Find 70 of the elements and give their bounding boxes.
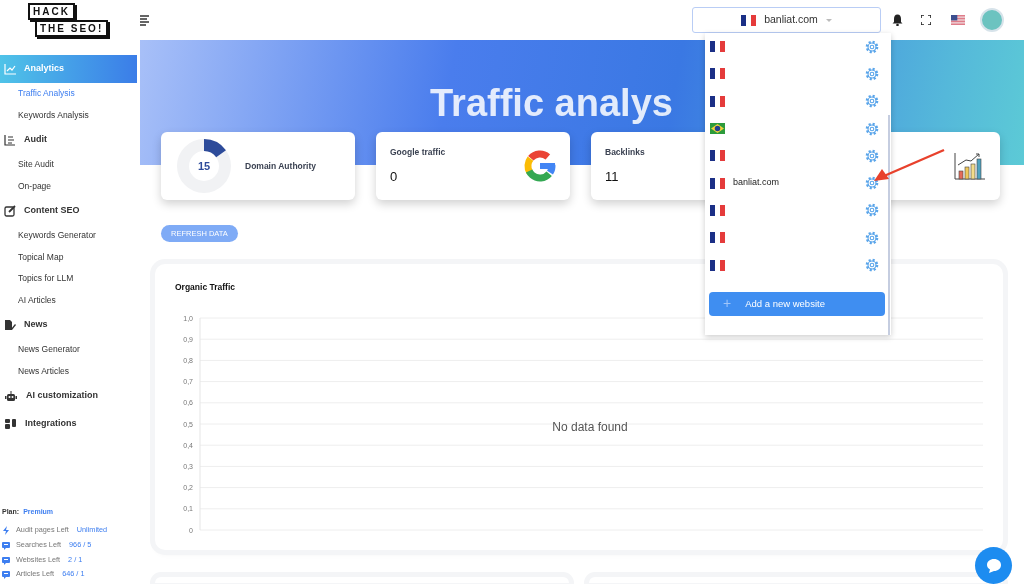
logo-text: THE SEO! xyxy=(35,20,109,37)
website-select[interactable]: banliat.com xyxy=(692,7,881,33)
settings-icon[interactable] xyxy=(865,121,879,136)
score-value: 15 xyxy=(197,160,211,172)
sidebar-section[interactable]: AI customization xyxy=(0,382,137,410)
stat-label: Domain Authority xyxy=(245,159,316,173)
stat-label: Google traffic xyxy=(390,145,446,159)
website-option[interactable]: banliat.com xyxy=(705,169,891,197)
empty-message: No data found xyxy=(552,419,628,434)
sidebar-section[interactable]: News xyxy=(0,311,137,339)
sidebar-item[interactable]: Traffic Analysis xyxy=(0,83,140,105)
bar-chart-icon xyxy=(954,151,986,181)
chat-icon xyxy=(2,555,10,565)
france-flag-icon xyxy=(741,14,757,26)
settings-icon[interactable] xyxy=(865,39,879,54)
scrollbar[interactable] xyxy=(888,115,890,335)
france-flag-icon xyxy=(710,259,725,271)
settings-icon[interactable] xyxy=(865,258,879,272)
blocks-icon xyxy=(4,418,17,430)
france-flag-icon xyxy=(710,150,725,162)
bolt-icon xyxy=(2,526,10,536)
chart-title: Organic Traffic xyxy=(175,280,236,294)
stat-label: Backlinks xyxy=(605,145,645,159)
document-pen-icon xyxy=(4,319,16,331)
avatar[interactable] xyxy=(980,8,1004,32)
fullscreen-icon[interactable] xyxy=(921,15,931,25)
sidebar-item[interactable]: Keywords Analysis xyxy=(0,104,140,126)
chat-icon xyxy=(985,557,1002,574)
stat-value: 11 xyxy=(605,167,620,186)
website-name: banliat.com xyxy=(733,176,780,190)
line-chart-icon xyxy=(4,63,16,75)
edit-icon xyxy=(4,205,16,217)
france-flag-icon xyxy=(710,41,725,53)
france-flag-icon xyxy=(710,68,725,80)
list-chart-icon xyxy=(4,134,16,146)
chat-icon xyxy=(2,541,10,550)
settings-icon[interactable] xyxy=(865,66,879,81)
france-flag-icon xyxy=(710,177,725,189)
settings-icon[interactable] xyxy=(865,203,879,218)
page-title: Traffic analys xyxy=(430,81,673,126)
bell-icon[interactable] xyxy=(892,14,903,26)
robot-icon xyxy=(4,390,18,402)
caret-icon xyxy=(825,18,832,22)
settings-icon[interactable] xyxy=(865,230,879,245)
sidebar-item[interactable]: Topics for LLM xyxy=(0,268,140,290)
chat-icon xyxy=(2,570,10,580)
logo-text: HACK xyxy=(28,3,75,20)
sidebar-section[interactable]: Audit xyxy=(0,126,137,154)
menu-icon[interactable] xyxy=(140,14,149,26)
france-flag-icon xyxy=(710,95,725,107)
stat-value: 0 xyxy=(390,167,399,186)
g-logo-icon xyxy=(524,150,556,182)
brazil-flag-icon xyxy=(710,123,725,135)
settings-icon[interactable] xyxy=(865,94,879,109)
sidebar-item[interactable]: AI Articles xyxy=(0,289,140,311)
sidebar-item[interactable]: Site Audit xyxy=(0,154,140,176)
france-flag-icon xyxy=(710,232,725,244)
settings-icon[interactable] xyxy=(865,176,879,191)
sidebar-item[interactable]: Keywords Generator xyxy=(0,225,140,247)
sidebar-section[interactable]: Integrations xyxy=(0,410,137,438)
settings-icon[interactable] xyxy=(865,148,879,163)
sidebar-item[interactable]: On-page xyxy=(0,175,140,197)
sidebar-item[interactable]: News Generator xyxy=(0,339,140,361)
plus-icon: + xyxy=(723,293,732,315)
sidebar-section[interactable]: Content SEO xyxy=(0,197,137,225)
france-flag-icon xyxy=(710,204,725,216)
us-flag-icon[interactable] xyxy=(951,15,965,25)
sidebar-item[interactable]: Topical Map xyxy=(0,246,140,268)
arrow xyxy=(874,148,945,181)
sidebar-item[interactable]: News Articles xyxy=(0,360,140,382)
